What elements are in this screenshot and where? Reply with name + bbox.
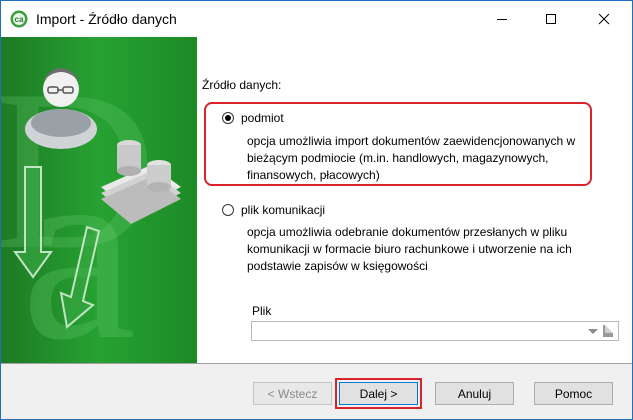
option-podmiot-label: podmiot xyxy=(241,111,284,125)
minimize-button[interactable] xyxy=(479,1,525,37)
file-label: Plik xyxy=(252,304,272,318)
content-panel: Źródło danych: podmiot opcja umożliwia i… xyxy=(197,37,632,363)
maximize-button[interactable] xyxy=(528,1,574,37)
source-label: Źródło danych: xyxy=(202,78,282,92)
wizard-illustration: a D xyxy=(1,37,197,363)
option-podmiot[interactable]: podmiot xyxy=(222,111,284,125)
option-plik-komunikacji-description: opcja umożliwia odebranie dokumentów prz… xyxy=(247,225,572,273)
footer-separator xyxy=(1,363,632,364)
maximize-icon xyxy=(546,14,556,24)
cancel-button[interactable]: Anuluj xyxy=(435,382,514,405)
svg-text:ca: ca xyxy=(15,15,24,24)
dropdown-arrow-icon[interactable] xyxy=(588,329,598,334)
import-dialog: ca Import - Źródło danych a D Źródło dan… xyxy=(0,0,633,420)
next-button[interactable]: Dalej > xyxy=(335,378,422,409)
file-combo[interactable] xyxy=(251,321,619,341)
window-title: Import - Źródło danych xyxy=(36,11,177,27)
option-podmiot-description: opcja umożliwia import dokumentów zaewid… xyxy=(247,134,576,182)
wizard-sidebar: a D xyxy=(1,37,197,363)
back-button[interactable]: < Wstecz xyxy=(253,382,332,405)
radio-podmiot[interactable] xyxy=(222,112,234,124)
option-plik-komunikacji[interactable]: plik komunikacji xyxy=(222,203,325,217)
close-button[interactable] xyxy=(581,1,627,37)
file-browse-icon[interactable] xyxy=(603,325,613,337)
close-icon xyxy=(598,13,610,25)
app-logo-icon: ca xyxy=(10,10,28,28)
option-plik-komunikacji-label: plik komunikacji xyxy=(241,203,326,217)
help-button[interactable]: Pomoc xyxy=(534,382,613,405)
minimize-icon xyxy=(497,19,507,20)
radio-plik-komunikacji[interactable] xyxy=(222,204,234,216)
title-bar: ca Import - Źródło danych xyxy=(1,1,632,37)
